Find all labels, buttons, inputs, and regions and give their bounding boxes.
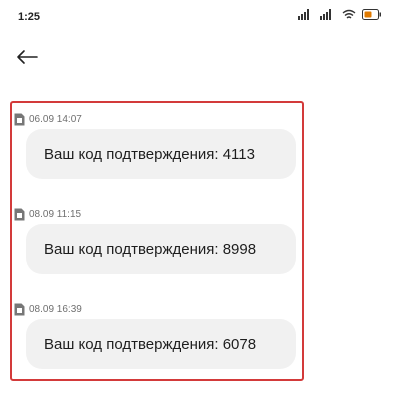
- message-bubble[interactable]: Ваш код подтверждения: 6078: [26, 319, 296, 369]
- status-time: 1:25: [18, 11, 41, 23]
- message-date: 06.09 14:07: [29, 113, 82, 125]
- wifi-icon: [342, 7, 356, 25]
- back-button[interactable]: [16, 44, 56, 74]
- sim-card-icon: [14, 113, 25, 126]
- message-meta: 06.09 14:07: [14, 112, 294, 126]
- signal-icon: [320, 7, 336, 25]
- message-date: 08.09 11:15: [29, 208, 82, 220]
- message-item[interactable]: 08.09 16:39 Ваш код подтверждения: 6078: [14, 302, 296, 369]
- battery-icon: [362, 7, 382, 25]
- message-bubble[interactable]: Ваш код подтверждения: 4113: [26, 129, 296, 179]
- message-item[interactable]: 08.09 11:15 Ваш код подтверждения: 8998: [14, 207, 296, 274]
- sim-card-icon: [14, 208, 25, 221]
- status-icons: [298, 9, 382, 23]
- arrow-left-icon: [16, 49, 38, 70]
- message-meta: 08.09 11:15: [14, 207, 294, 221]
- message-date: 08.09 16:39: [29, 303, 82, 315]
- message-item[interactable]: 06.09 14:07 Ваш код подтверждения: 4113: [14, 112, 296, 179]
- message-meta: 08.09 16:39: [14, 302, 294, 316]
- sim-card-icon: [14, 303, 25, 316]
- status-bar: 1:25: [0, 0, 400, 30]
- signal-icon: [298, 7, 314, 25]
- message-bubble[interactable]: Ваш код подтверждения: 8998: [26, 224, 296, 274]
